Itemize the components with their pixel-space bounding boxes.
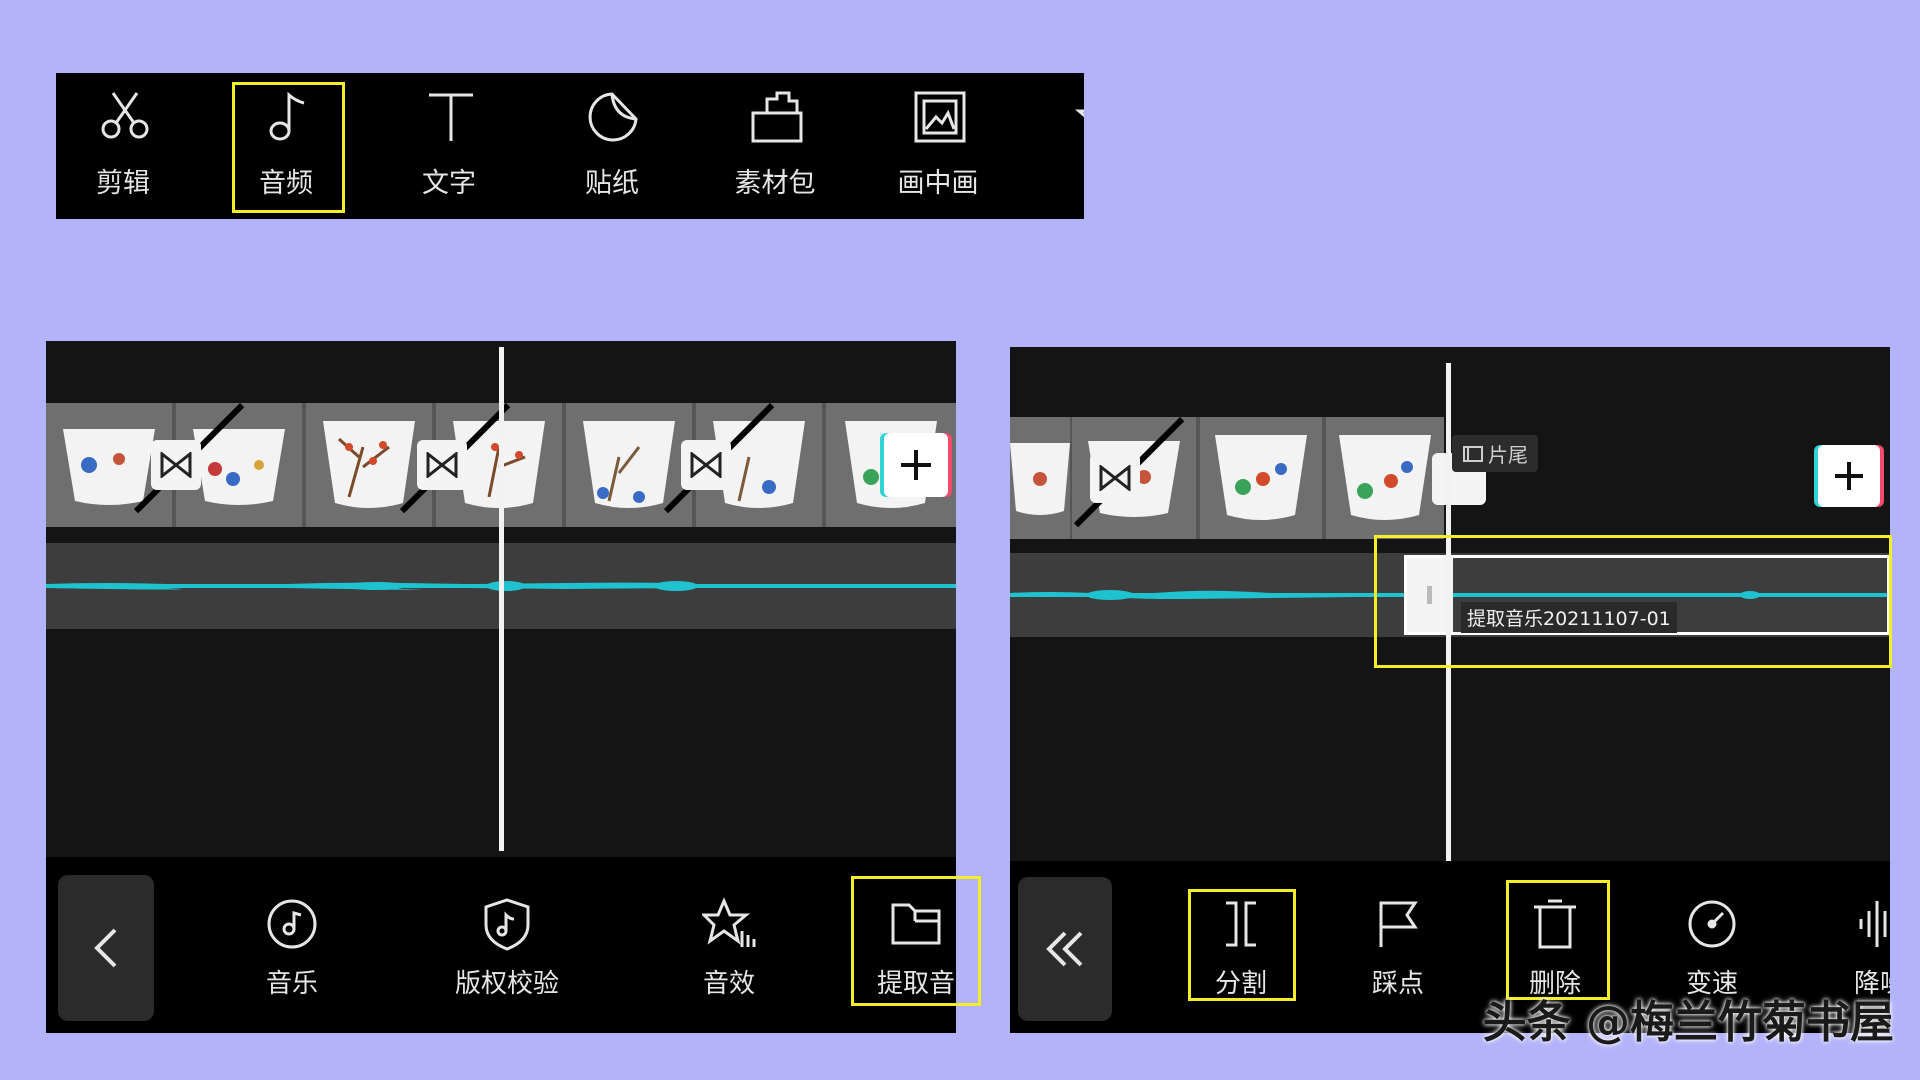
material-pack-icon <box>749 89 805 145</box>
toolbar-item-text[interactable]: 文字 <box>389 73 509 219</box>
timeline-panel-left: 音乐 版权校验 音效 提取音 <box>46 341 956 1033</box>
ending-button[interactable]: 片尾 <box>1452 435 1538 472</box>
audio-clip-name: 提取音乐20211107-01 <box>1461 602 1677 633</box>
watermark-text: 头条 @梅兰竹菊书屋 <box>1482 997 1894 1048</box>
split-icon <box>1214 897 1268 951</box>
toolbar-item-label: 画中画 <box>897 168 979 199</box>
video-filmstrip[interactable] <box>1010 417 1444 539</box>
timeline-panel-right: 片尾 提取音乐20211107-01 分割 踩点 删除 变速 降 <box>1010 347 1890 1033</box>
playhead[interactable] <box>499 347 504 851</box>
tool-noise-reduction[interactable]: 降噪 <box>1830 897 1890 1000</box>
toolbar-item-label: 剪辑 <box>96 168 150 199</box>
video-frame <box>1326 417 1444 539</box>
tool-label: 踩点 <box>1371 969 1424 999</box>
sound-effect-icon <box>702 897 756 951</box>
tool-label: 音效 <box>702 969 755 999</box>
noise-reduction-icon <box>1853 897 1890 951</box>
music-disc-icon <box>265 897 319 951</box>
back-button[interactable] <box>58 875 154 1021</box>
add-clip-button[interactable] <box>1818 445 1880 507</box>
add-clip-button[interactable] <box>884 433 948 497</box>
ending-label: 片尾 <box>1488 443 1528 467</box>
toolbar-item-label: 特 <box>1041 161 1084 200</box>
toolbar-item-label: 文字 <box>422 168 476 199</box>
toolbar-item-sticker[interactable]: 贴纸 <box>552 73 672 219</box>
toolbar-item-label: 素材包 <box>734 168 816 199</box>
video-frame <box>1200 417 1322 539</box>
transition-icon[interactable] <box>151 440 201 490</box>
double-chevron-left-icon <box>1046 931 1083 967</box>
toolbar-item-effects[interactable]: 特 <box>1041 73 1084 219</box>
speed-icon <box>1685 897 1739 951</box>
tool-music[interactable]: 音乐 <box>232 897 352 1000</box>
picture-in-picture-icon <box>912 89 968 145</box>
playhead[interactable] <box>1446 363 1451 863</box>
chevron-left-icon <box>94 928 117 968</box>
tool-delete[interactable]: 删除 <box>1505 897 1605 1000</box>
toolbar-item-material-pack[interactable]: 素材包 <box>715 73 835 219</box>
effects-icon <box>1075 89 1084 145</box>
ending-icon <box>1463 445 1483 462</box>
toolbar-item-label: 音频 <box>259 168 313 199</box>
bottom-toolbar: 音乐 版权校验 音效 提取音 <box>46 857 956 1033</box>
tool-label: 版权校验 <box>454 969 559 999</box>
toolbar-item-label: 贴纸 <box>585 168 639 199</box>
toolbar-item-audio[interactable]: 音频 <box>226 73 346 219</box>
transition-icon[interactable] <box>417 440 467 490</box>
tool-split[interactable]: 分割 <box>1191 897 1291 1000</box>
folder-icon <box>889 897 943 951</box>
scissors-icon <box>97 89 153 145</box>
flag-icon <box>1371 897 1425 951</box>
tool-sound-effects[interactable]: 音效 <box>669 897 789 1000</box>
transition-icon[interactable] <box>681 440 731 490</box>
tool-label: 音乐 <box>265 969 318 999</box>
video-frame <box>306 403 432 527</box>
music-note-icon <box>260 89 316 145</box>
toolbar-item-edit[interactable]: 剪辑 <box>63 73 183 219</box>
tool-extract-audio[interactable]: 提取音 <box>856 897 956 1000</box>
transition-icon[interactable] <box>1090 453 1140 503</box>
back-button[interactable] <box>1018 877 1112 1021</box>
tool-label: 提取音 <box>876 969 955 999</box>
sticker-icon <box>586 89 642 145</box>
toolbar-item-pip[interactable]: 画中画 <box>878 73 998 219</box>
tool-copyright-check[interactable]: 版权校验 <box>442 897 572 1000</box>
main-toolbar: 剪辑 音频 文字 贴纸 素材包 画中画 <box>56 73 1084 219</box>
text-icon <box>423 89 479 145</box>
tool-beat-point[interactable]: 踩点 <box>1348 897 1448 1000</box>
tool-label: 分割 <box>1214 969 1267 999</box>
copyright-shield-icon <box>480 897 534 951</box>
tool-speed[interactable]: 变速 <box>1662 897 1762 1000</box>
delete-icon <box>1528 897 1582 951</box>
selected-audio-clip[interactable]: 提取音乐20211107-01 <box>1404 555 1890 635</box>
video-frame <box>1010 417 1070 539</box>
